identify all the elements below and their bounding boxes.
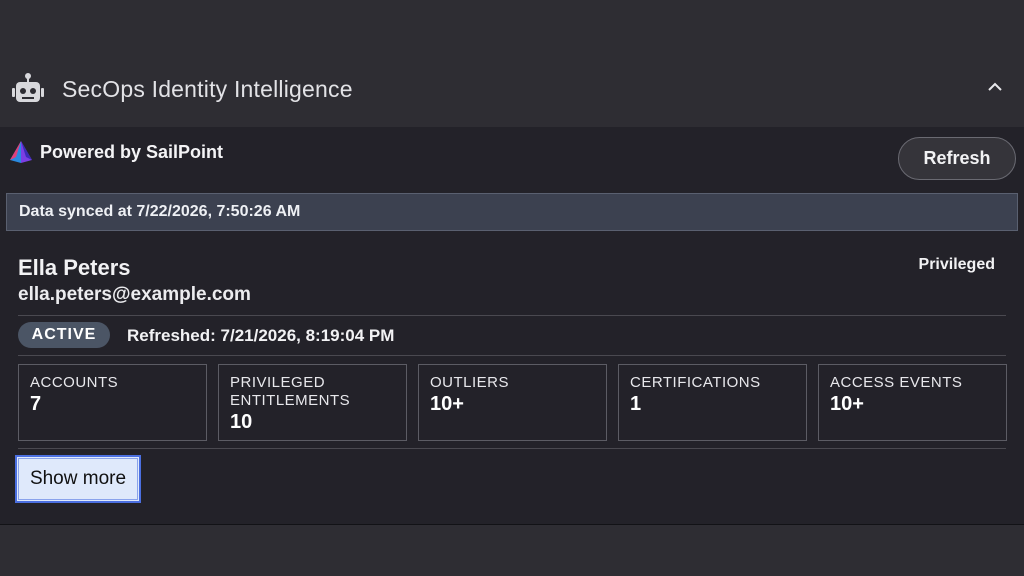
stat-card-certifications: CERTIFICATIONS 1 — [618, 364, 807, 441]
divider — [18, 315, 1006, 316]
stat-value: 7 — [30, 393, 42, 415]
user-email: ella.peters@example.com — [18, 284, 251, 305]
refresh-button[interactable]: Refresh — [898, 137, 1016, 180]
divider — [18, 448, 1006, 449]
section-title: SecOps Identity Intelligence — [62, 76, 353, 102]
privileged-tag: Privileged — [918, 256, 995, 273]
stat-label: ACCOUNTS — [30, 374, 119, 391]
stat-label: ACCESS EVENTS — [830, 374, 963, 391]
stat-card-accounts: ACCOUNTS 7 — [18, 364, 207, 441]
stat-value: 10+ — [430, 393, 464, 415]
divider — [18, 355, 1006, 356]
stat-card-outliers: OUTLIERS 10+ — [418, 364, 607, 441]
stat-label: OUTLIERS — [430, 374, 510, 391]
sync-status-text: Data synced at 7/22/2026, 7:50:26 AM — [19, 203, 301, 220]
stat-label: CERTIFICATIONS — [630, 374, 761, 391]
stat-value: 10 — [230, 411, 253, 433]
status-badge: ACTIVE — [18, 322, 110, 348]
stat-card-privileged-entitlements: PRIVILEGED ENTITLEMENTS 10 — [218, 364, 407, 441]
stat-card-access-events: ACCESS EVENTS 10+ — [818, 364, 1007, 441]
powered-by-label: Powered by SailPoint — [40, 141, 224, 162]
stat-label: PRIVILEGED ENTITLEMENTS — [230, 374, 351, 409]
section-header[interactable]: SecOps Identity Intelligence — [0, 52, 1024, 127]
sync-status-bar: Data synced at 7/22/2026, 7:50:26 AM — [6, 193, 1018, 231]
show-more-button[interactable]: Show more — [15, 455, 141, 503]
powered-by: Powered by SailPoint — [8, 140, 223, 164]
user-name: Ella Peters — [18, 255, 131, 280]
bottom-spacer — [0, 525, 1024, 576]
top-spacer — [0, 0, 1024, 52]
identity-panel: Powered by SailPoint Refresh Data synced… — [0, 127, 1024, 525]
chevron-up-icon[interactable] — [982, 74, 1008, 100]
stat-value: 1 — [630, 393, 642, 415]
robot-icon — [12, 72, 44, 106]
refreshed-timestamp: Refreshed: 7/21/2026, 8:19:04 PM — [127, 326, 395, 345]
sailpoint-logo-icon — [8, 140, 34, 164]
stat-value: 10+ — [830, 393, 864, 415]
